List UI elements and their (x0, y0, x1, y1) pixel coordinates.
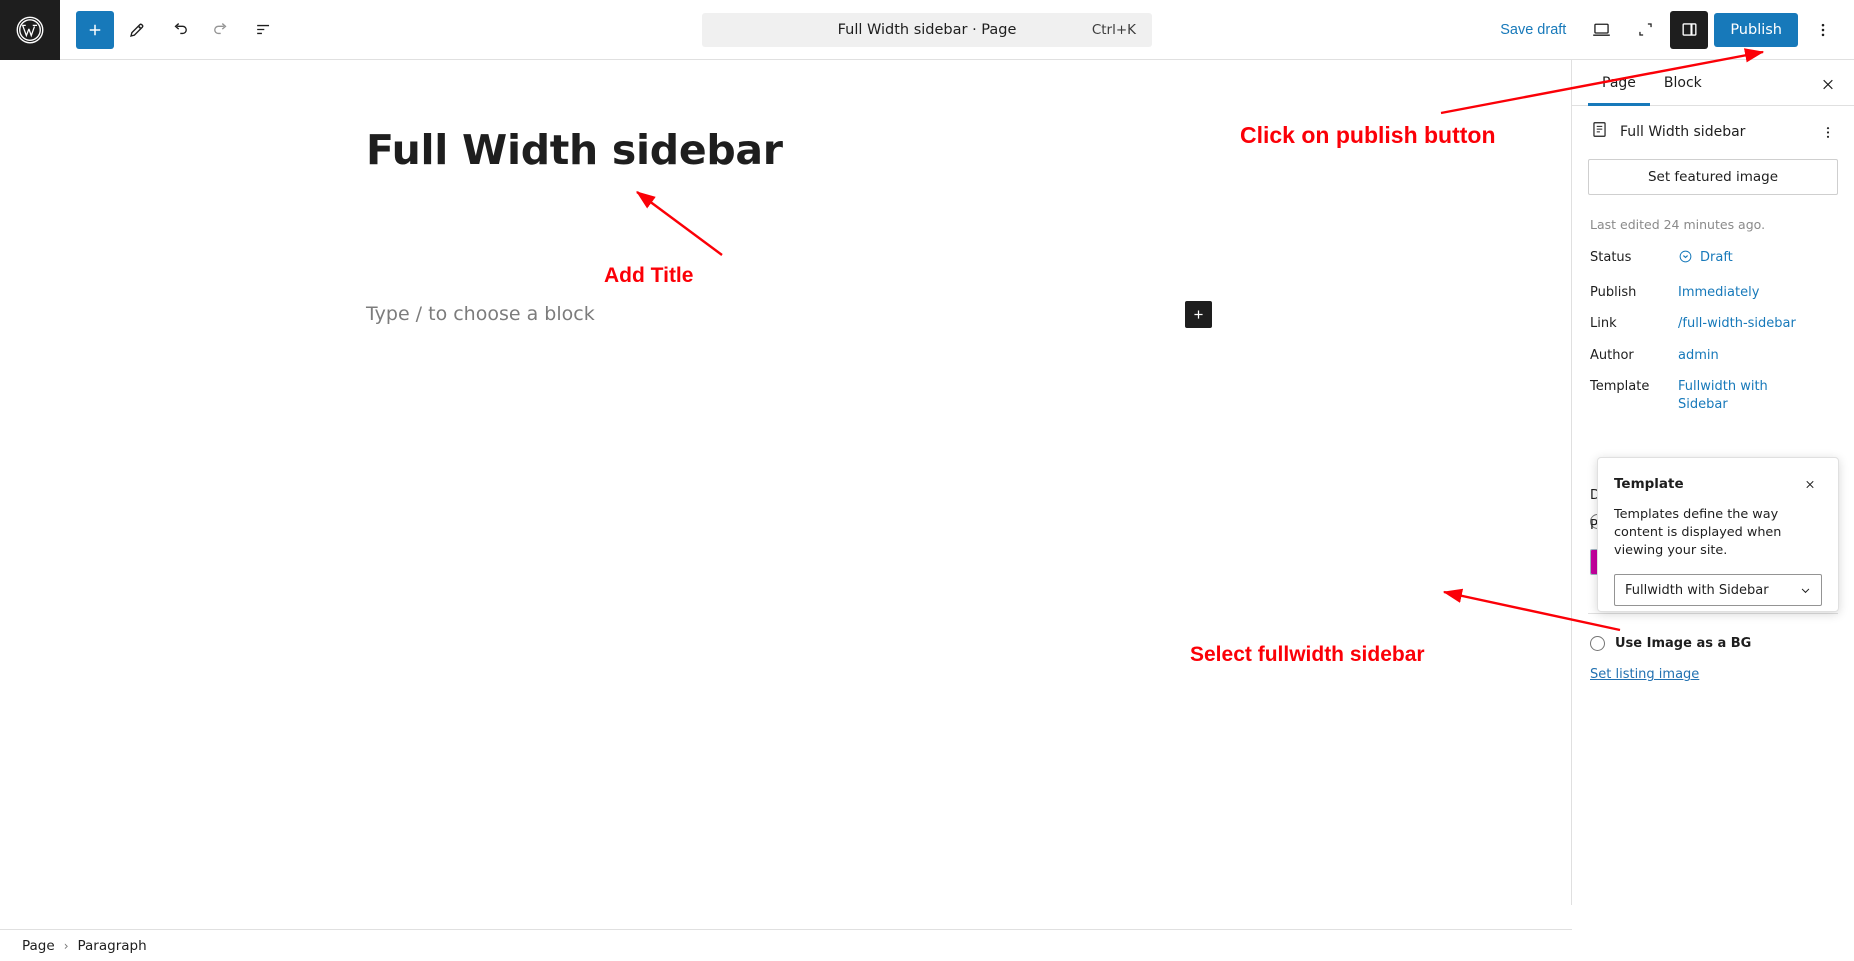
undo-button[interactable] (160, 11, 198, 49)
template-popover-title: Template (1614, 476, 1684, 492)
template-select-value: Fullwidth with Sidebar (1625, 582, 1769, 598)
meta-label-status: Status (1590, 250, 1632, 265)
status-badge[interactable]: Draft (1678, 249, 1733, 270)
block-inserter-button[interactable] (1185, 301, 1212, 328)
author-value[interactable]: admin (1678, 347, 1719, 365)
save-draft-button[interactable]: Save draft (1490, 16, 1576, 44)
breadcrumb: Page › Paragraph (0, 929, 1572, 961)
editor-header: Full Width sidebar · Page Ctrl+K Save dr… (0, 0, 1854, 60)
breadcrumb-separator-icon: › (63, 938, 69, 953)
options-menu-icon[interactable] (1804, 11, 1842, 49)
radio-label-use-image: Use Image as a BG (1615, 636, 1752, 652)
meta-row-link: Link /full-width-sidebar (1572, 308, 1854, 340)
template-popover-description: Templates define the way content is disp… (1614, 507, 1782, 559)
template-select[interactable]: Fullwidth with Sidebar (1614, 574, 1822, 607)
document-summary: Full Width sidebar (1572, 106, 1854, 155)
document-title: Full Width sidebar (1620, 123, 1746, 140)
annotation-publish: Click on publish button (1240, 122, 1496, 148)
meta-row-template: Template Fullwidth with Sidebar (1572, 371, 1854, 420)
redo-button[interactable] (202, 11, 240, 49)
edit-tools-button[interactable] (118, 11, 156, 49)
tab-block[interactable]: Block (1650, 60, 1716, 106)
document-overview-button[interactable] (244, 11, 282, 49)
sidebar-divider (1588, 613, 1838, 615)
meta-label-template: Template (1590, 379, 1650, 395)
status-value: Draft (1700, 250, 1733, 265)
wordpress-block-editor: Full Width sidebar · Page Ctrl+K Save dr… (0, 0, 1854, 961)
chevron-down-icon (1798, 583, 1813, 602)
document-actions-icon[interactable] (1814, 118, 1842, 146)
page-icon (1590, 120, 1609, 143)
meta-row-publish: Publish Immediately (1572, 277, 1854, 309)
meta-label-link: Link (1590, 316, 1617, 332)
meta-row-author: Author admin (1572, 340, 1854, 372)
template-popover: Template Templates define the way conten… (1597, 457, 1839, 612)
meta-row-status: Status Draft (1572, 242, 1854, 277)
status-draft-icon (1678, 249, 1693, 270)
paragraph-block-placeholder[interactable]: Type / to choose a block (366, 303, 595, 325)
set-listing-image-link[interactable]: Set listing image (1572, 657, 1854, 688)
set-featured-image-button[interactable]: Set featured image (1588, 159, 1838, 195)
sidebar-tabs: Page Block (1572, 60, 1854, 106)
header-actions: Save draft Publish (1490, 10, 1854, 49)
breadcrumb-item-page[interactable]: Page (22, 938, 55, 954)
settings-sidebar-icon[interactable] (1670, 10, 1709, 49)
meta-label-author: Author (1590, 347, 1634, 363)
breadcrumb-item-paragraph[interactable]: Paragraph (78, 938, 147, 954)
last-edited-text: Last edited 24 minutes ago. (1590, 217, 1766, 232)
annotation-select-template: Select fullwidth sidebar (1190, 643, 1425, 666)
publish-button[interactable]: Publish (1714, 12, 1798, 47)
meta-label-publish: Publish (1590, 284, 1637, 300)
template-value[interactable]: Fullwidth with Sidebar (1678, 378, 1788, 413)
header-tools (60, 10, 282, 49)
editor-canvas: Full Width sidebar Type / to choose a bl… (0, 60, 1572, 905)
add-block-button[interactable] (76, 10, 114, 49)
close-icon[interactable] (1798, 472, 1822, 496)
tab-page[interactable]: Page (1588, 60, 1650, 106)
command-bar-title: Full Width sidebar · Page (837, 22, 1017, 38)
radio-use-image[interactable] (1590, 636, 1605, 652)
annotation-add-title: Add Title (604, 264, 694, 287)
desktop-preview-icon[interactable] (1582, 11, 1620, 49)
wordpress-logo-icon[interactable] (0, 0, 60, 60)
expand-icon[interactable] (1626, 11, 1664, 49)
use-image-as-bg-option[interactable]: Use Image as a BG (1572, 626, 1854, 657)
close-icon[interactable] (1814, 70, 1842, 98)
command-bar-shortcut: Ctrl+K (1091, 22, 1136, 38)
permalink-value[interactable]: /full-width-sidebar (1678, 315, 1796, 333)
template-popover-header: Template (1614, 472, 1822, 496)
publish-date-value[interactable]: Immediately (1678, 284, 1759, 302)
command-bar[interactable]: Full Width sidebar · Page Ctrl+K (702, 13, 1152, 47)
page-title[interactable]: Full Width sidebar (366, 126, 783, 174)
